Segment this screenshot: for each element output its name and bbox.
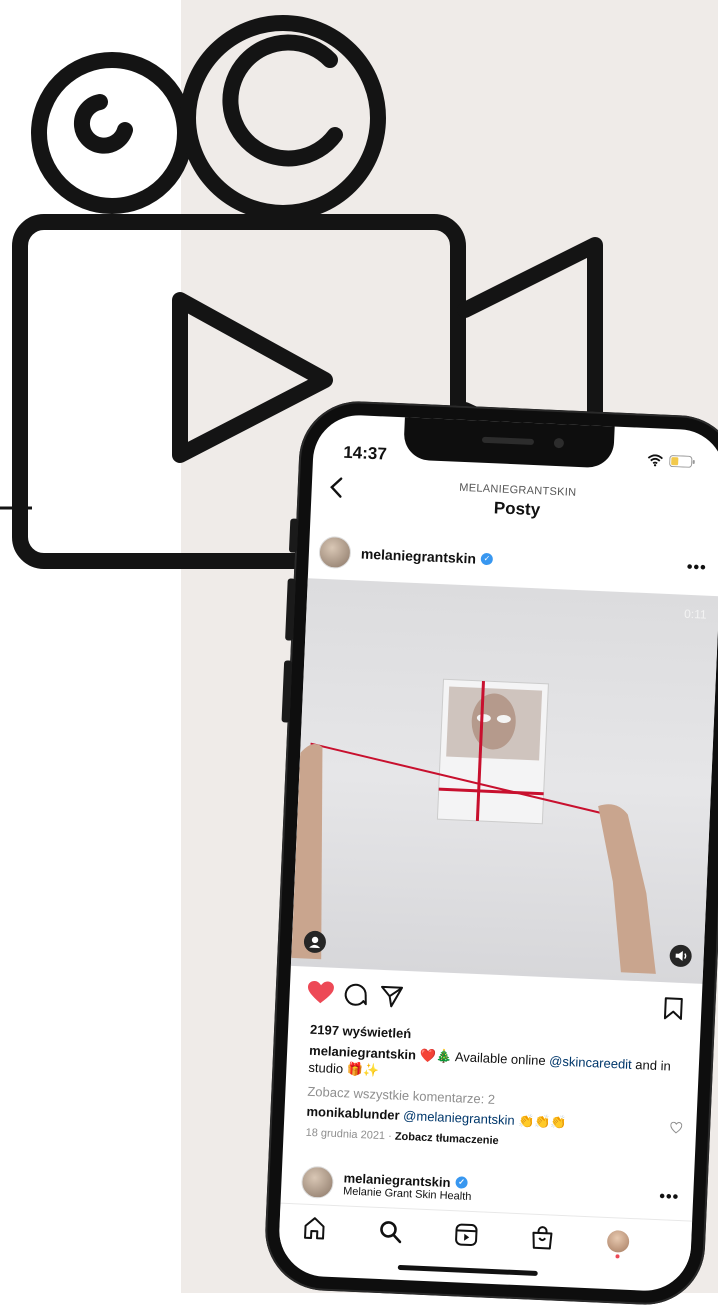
more-icon[interactable]: ••• bbox=[686, 559, 707, 578]
share-icon[interactable] bbox=[379, 984, 404, 1009]
view-count: 2197 wyświetleń bbox=[309, 1021, 412, 1042]
sound-icon[interactable] bbox=[669, 944, 693, 968]
post-date: 18 grudnia 2021 bbox=[305, 1126, 386, 1143]
see-translation-link[interactable]: Zobacz tłumaczenie bbox=[395, 1131, 499, 1148]
comment-like-icon[interactable] bbox=[670, 1121, 683, 1135]
heart-icon[interactable] bbox=[307, 980, 334, 1006]
avatar[interactable] bbox=[318, 535, 352, 570]
bookmark-icon[interactable] bbox=[663, 996, 684, 1021]
home-indicator[interactable] bbox=[397, 1264, 538, 1276]
comment-icon[interactable] bbox=[343, 982, 368, 1007]
post-actions bbox=[307, 979, 684, 1025]
caption-mention[interactable]: @skincareedit bbox=[549, 1053, 632, 1072]
phone-screen: 14:37 MELANIEGRANTSKIN Posty melaniegran… bbox=[277, 413, 718, 1293]
wifi-icon bbox=[647, 454, 663, 467]
status-icons bbox=[647, 454, 695, 468]
more-icon[interactable]: ••• bbox=[659, 1188, 680, 1207]
caption-text: ❤️🎄 Available online bbox=[415, 1047, 550, 1069]
status-time: 14:37 bbox=[342, 442, 388, 464]
video-player[interactable]: 0:11 bbox=[290, 578, 718, 984]
comment-mention[interactable]: @melaniegrantskin bbox=[399, 1108, 515, 1128]
phone-mockup: 14:37 MELANIEGRANTSKIN Posty melaniegran… bbox=[262, 398, 718, 1307]
next-post-avatar[interactable] bbox=[300, 1165, 335, 1199]
verified-icon: ✓ bbox=[480, 552, 494, 566]
battery-icon bbox=[669, 455, 695, 468]
shop-icon[interactable] bbox=[529, 1225, 556, 1252]
video-frame bbox=[291, 678, 656, 974]
post-caption: melaniegrantskin ❤️🎄 Available online @s… bbox=[308, 1042, 685, 1092]
comment-username[interactable]: monikablunder bbox=[306, 1104, 400, 1123]
post-date-row: 18 grudnia 2021 · Zobacz tłumaczenie bbox=[305, 1127, 499, 1147]
post-header: melaniegrantskin ✓ ••• bbox=[318, 532, 707, 589]
search-icon[interactable] bbox=[377, 1218, 404, 1245]
home-icon[interactable] bbox=[301, 1215, 328, 1242]
profile-icon[interactable] bbox=[605, 1228, 632, 1259]
reels-icon[interactable] bbox=[453, 1221, 480, 1248]
tagged-users-icon[interactable] bbox=[303, 930, 327, 954]
view-comments-link[interactable]: Zobacz wszystkie komentarze: 2 bbox=[307, 1084, 495, 1107]
video-timer: 0:11 bbox=[683, 606, 707, 622]
post-username[interactable]: melaniegrantskin bbox=[361, 546, 477, 567]
comment-emoji: 👏👏👏 bbox=[514, 1112, 568, 1131]
notch bbox=[403, 415, 615, 469]
verified-icon: ✓ bbox=[455, 1176, 468, 1189]
